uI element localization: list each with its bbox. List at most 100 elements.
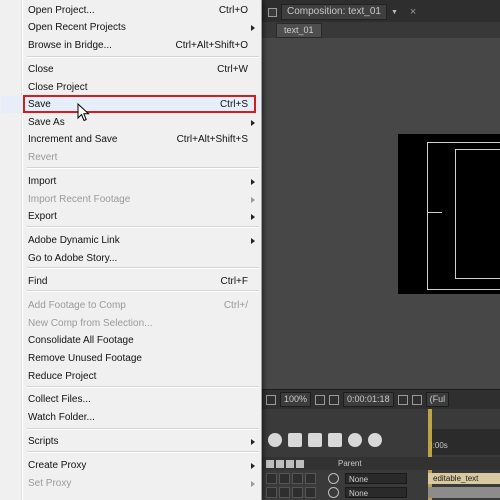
close-icon[interactable]: × [410, 6, 416, 18]
motion-blur-icon[interactable] [348, 433, 362, 447]
menu-item-watch-folder[interactable]: Watch Folder... [1, 409, 260, 426]
menu-item-label: Open Project... [28, 5, 95, 16]
current-time-field[interactable]: 0:00:01:18 [343, 392, 394, 407]
menu-item-scripts[interactable]: Scripts [1, 433, 260, 450]
composition-mini-flowchart-icon[interactable] [268, 433, 282, 447]
mouse-cursor-icon [77, 103, 90, 122]
layer-duration-bar[interactable]: editable_text [428, 473, 500, 484]
tab-text-01[interactable]: text_01 [276, 23, 322, 38]
menu-item-open-recent-projects[interactable]: Open Recent Projects [1, 19, 260, 36]
menu-item-label: Remove Unused Footage [28, 353, 142, 364]
visibility-toggle[interactable] [266, 487, 277, 498]
menu-item-import[interactable]: Import [1, 173, 260, 190]
menu-item-close[interactable]: Close Ctrl+W [1, 61, 260, 78]
channel-icon[interactable] [411, 394, 422, 405]
submenu-arrow-icon [251, 463, 255, 469]
lock-toggle[interactable] [305, 473, 316, 484]
hide-shy-layers-icon[interactable] [308, 433, 322, 447]
menu-item-label: Close [28, 64, 54, 75]
menu-item-shortcut: Ctrl+Alt+Shift+S [176, 134, 248, 145]
draft-3d-icon[interactable] [288, 433, 302, 447]
menu-item-label: Import Recent Footage [28, 194, 131, 205]
menu-item-label: Adobe Dynamic Link [28, 235, 120, 246]
layer-duration-bar[interactable] [428, 487, 500, 498]
menu-item-label: Find [28, 276, 48, 287]
menu-separator [27, 451, 259, 453]
tab-dropdown-icon[interactable]: ▼ [391, 9, 398, 16]
submenu-arrow-icon [251, 238, 255, 244]
submenu-arrow-icon [251, 214, 255, 220]
menu-item-close-project[interactable]: Close Project [1, 79, 260, 96]
lock-icon[interactable] [268, 7, 277, 17]
menu-item-adobe-dynamic-link[interactable]: Adobe Dynamic Link [1, 232, 260, 249]
menu-item-label: Create Proxy [28, 460, 87, 471]
safe-zones-icon[interactable] [329, 394, 340, 405]
menu-item-remove-unused-footage[interactable]: Remove Unused Footage [1, 350, 260, 367]
composition-tab[interactable]: Composition: text_01 ▼ × [268, 4, 416, 20]
menu-item-import-recent-footage: Import Recent Footage [1, 191, 260, 208]
menu-item-label: Close Project [28, 82, 88, 93]
submenu-arrow-icon [251, 25, 255, 31]
solo-toggle[interactable] [292, 473, 303, 484]
menu-item-new-comp-from-selection: New Comp from Selection... [1, 315, 260, 332]
menu-item-increment-and-save[interactable]: Increment and Save Ctrl+Alt+Shift+S [1, 131, 260, 148]
parent-column-header: Parent [338, 459, 362, 468]
snapshot-icon[interactable] [397, 394, 408, 405]
menu-item-label: Consolidate All Footage [28, 335, 134, 346]
visibility-toggle[interactable] [266, 473, 277, 484]
menu-item-collect-files[interactable]: Collect Files... [1, 391, 260, 408]
save-highlight-box [23, 95, 256, 113]
menu-separator [27, 56, 259, 58]
graph-editor-icon[interactable] [368, 433, 382, 447]
menu-item-label: Reduce Project [28, 371, 97, 382]
menu-item-set-proxy: Set Proxy [1, 475, 260, 492]
menu-item-shortcut: Ctrl+F [220, 276, 249, 287]
menu-item-label: Collect Files... [28, 394, 91, 405]
menu-item-add-footage-to-comp: Add Footage to Comp Ctrl+/ [1, 297, 260, 314]
submenu-arrow-icon [251, 197, 255, 203]
composition-canvas[interactable] [398, 134, 500, 294]
menu-item-go-to-adobe-story[interactable]: Go to Adobe Story... [1, 250, 260, 267]
menu-item-label: Increment and Save [28, 134, 118, 145]
menu-item-label: Revert [28, 152, 58, 163]
solo-icon [286, 459, 294, 468]
menu-item-export[interactable]: Export [1, 208, 260, 225]
center-crosshair [428, 212, 442, 213]
audio-toggle[interactable] [279, 487, 290, 498]
menu-separator [27, 428, 259, 430]
pick-whip-icon[interactable] [328, 473, 339, 484]
solo-toggle[interactable] [292, 487, 303, 498]
menu-item-find[interactable]: Find Ctrl+F [1, 273, 260, 290]
pick-whip-icon[interactable] [328, 487, 339, 498]
composition-viewer[interactable] [262, 38, 500, 388]
fit-frame-icon[interactable] [315, 394, 326, 405]
menu-item-reduce-project[interactable]: Reduce Project [1, 368, 260, 385]
menu-item-label: Set Proxy [28, 478, 72, 489]
time-ruler[interactable]: ):00s [428, 429, 500, 455]
resolution-select[interactable]: (Ful [425, 392, 450, 407]
menu-item-browse-in-bridge[interactable]: Browse in Bridge... Ctrl+Alt+Shift+O [1, 37, 260, 54]
audio-icon [276, 459, 284, 468]
viewer-toolbar: 100% 0:00:01:18 (Ful [262, 389, 500, 409]
menu-item-consolidate-all-footage[interactable]: Consolidate All Footage [1, 332, 260, 349]
parent-select[interactable]: None [345, 473, 407, 484]
menu-item-shortcut: Ctrl+Alt+Shift+O [175, 40, 248, 51]
parent-select[interactable]: None [345, 487, 407, 498]
submenu-arrow-icon [251, 439, 255, 445]
menu-separator [27, 226, 259, 228]
region-icon[interactable] [266, 394, 276, 405]
file-menu: Open Project... Ctrl+O Open Recent Project… [0, 0, 262, 500]
lock-toggle[interactable] [305, 487, 316, 498]
menu-item-label: New Comp from Selection... [28, 318, 153, 329]
menu-item-shortcut: Ctrl+W [217, 64, 248, 75]
menu-separator [27, 386, 259, 388]
timeline-column-header: Parent [262, 457, 500, 470]
frame-blending-icon[interactable] [328, 433, 342, 447]
layer-switch-header-icons [262, 459, 322, 468]
composition-tab-title[interactable]: Composition: text_01 [281, 4, 387, 20]
menu-item-save-as[interactable]: Save As [1, 114, 260, 131]
menu-item-create-proxy[interactable]: Create Proxy [1, 457, 260, 474]
menu-item-open-project[interactable]: Open Project... Ctrl+O [1, 2, 260, 19]
zoom-select[interactable]: 100% [280, 392, 312, 407]
audio-toggle[interactable] [279, 473, 290, 484]
